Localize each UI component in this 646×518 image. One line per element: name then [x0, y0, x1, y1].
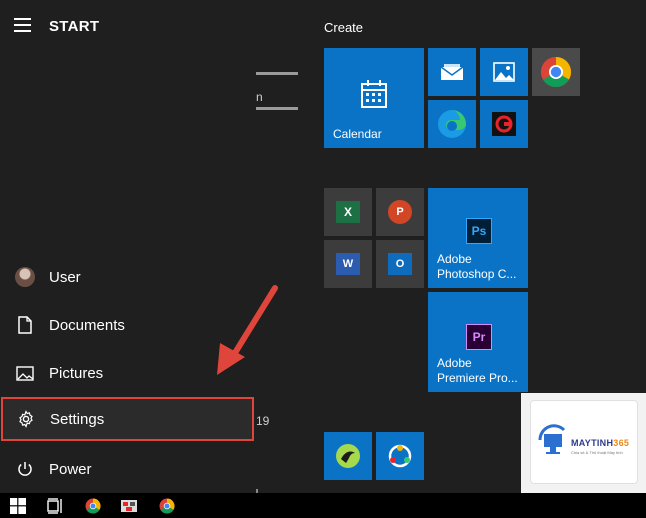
watermark-brand: MAYTINH365 [571, 438, 630, 448]
user-avatar [15, 267, 35, 287]
tile-group-label: Create [324, 20, 364, 35]
task-view-icon [47, 497, 62, 514]
tile-calendar[interactable]: Calendar [324, 48, 424, 148]
tile-chrome[interactable] [532, 48, 580, 96]
rail-item-settings[interactable]: Settings [1, 397, 254, 441]
tile-premiere[interactable]: Pr Adobe Premiere Pro... [428, 292, 528, 392]
powerpoint-icon: P [388, 200, 412, 224]
rail-item-label: Pictures [49, 364, 104, 382]
outlook-icon: O [388, 253, 412, 275]
tile-edge[interactable] [428, 100, 476, 148]
app-list-fragment-letter: n [256, 90, 263, 104]
chrome-icon [85, 498, 101, 514]
tile-excel[interactable]: X [324, 188, 372, 236]
edge-icon [438, 110, 466, 138]
chrome-icon [159, 498, 175, 514]
app-list-fragment [256, 72, 298, 75]
tile-garena[interactable] [480, 100, 528, 148]
tile-photoshop[interactable]: Ps Adobe Photoshop C... [428, 188, 528, 288]
app-icon [121, 499, 137, 512]
hamburger-menu-button[interactable] [14, 18, 34, 38]
watermark-tagline: Chia sẻ & Thủ thuật Máy tính [571, 450, 623, 455]
tile-outlook[interactable]: O [376, 240, 424, 288]
pictures-icon [15, 363, 35, 383]
app-list-fragment [256, 107, 298, 110]
start-button[interactable] [0, 493, 36, 518]
taskbar-chrome[interactable] [78, 493, 108, 518]
tile-label-line: Photoshop C... [437, 267, 517, 281]
garena-icon [492, 112, 516, 136]
rail-item-label: Settings [50, 410, 105, 428]
tile-label-line: Adobe [437, 356, 472, 370]
hamburger-icon-bar [14, 24, 31, 26]
document-icon [15, 315, 35, 335]
maytinh365-logo-icon [538, 424, 566, 454]
taskbar-app[interactable] [114, 493, 144, 518]
tile-label: Adobe Premiere Pro... [437, 356, 518, 386]
tile-app-bird[interactable] [324, 432, 372, 480]
tile-label: Calendar [333, 127, 382, 141]
tile-word[interactable]: W [324, 240, 372, 288]
hamburger-icon-bar [14, 18, 31, 20]
rail-item-label: User [49, 268, 81, 286]
tile-photos[interactable] [480, 48, 528, 96]
mail-icon [440, 64, 464, 80]
chrome-icon [540, 56, 572, 88]
tile-app-circle[interactable] [376, 432, 424, 480]
rail-item-label: Power [49, 460, 92, 478]
word-icon: W [336, 253, 360, 275]
tile-label-line: Adobe [437, 252, 472, 266]
taskbar-chrome-2[interactable] [152, 493, 182, 518]
bird-app-icon [336, 444, 360, 468]
task-view-button[interactable] [40, 493, 70, 518]
taskbar [0, 493, 646, 518]
photoshop-icon: Ps [466, 218, 492, 244]
excel-icon: X [336, 201, 360, 223]
tile-powerpoint[interactable]: P [376, 188, 424, 236]
start-title: START [49, 18, 100, 35]
rail-item-label: Documents [49, 316, 125, 334]
power-icon [15, 459, 35, 479]
annotation-arrow [217, 285, 278, 375]
premiere-icon: Pr [466, 324, 492, 350]
circle-app-icon [388, 444, 412, 468]
rail-item-power[interactable]: Power [0, 447, 254, 491]
windows-logo-icon [10, 497, 26, 514]
photos-icon [493, 62, 515, 82]
tile-label: Adobe Photoshop C... [437, 252, 516, 282]
hamburger-icon-bar [14, 30, 31, 32]
app-list-fragment-number: 19 [256, 414, 270, 428]
calendar-icon [361, 80, 387, 108]
tile-label-line: Premiere Pro... [437, 371, 518, 385]
gear-icon [16, 409, 36, 429]
tile-mail[interactable] [428, 48, 476, 96]
